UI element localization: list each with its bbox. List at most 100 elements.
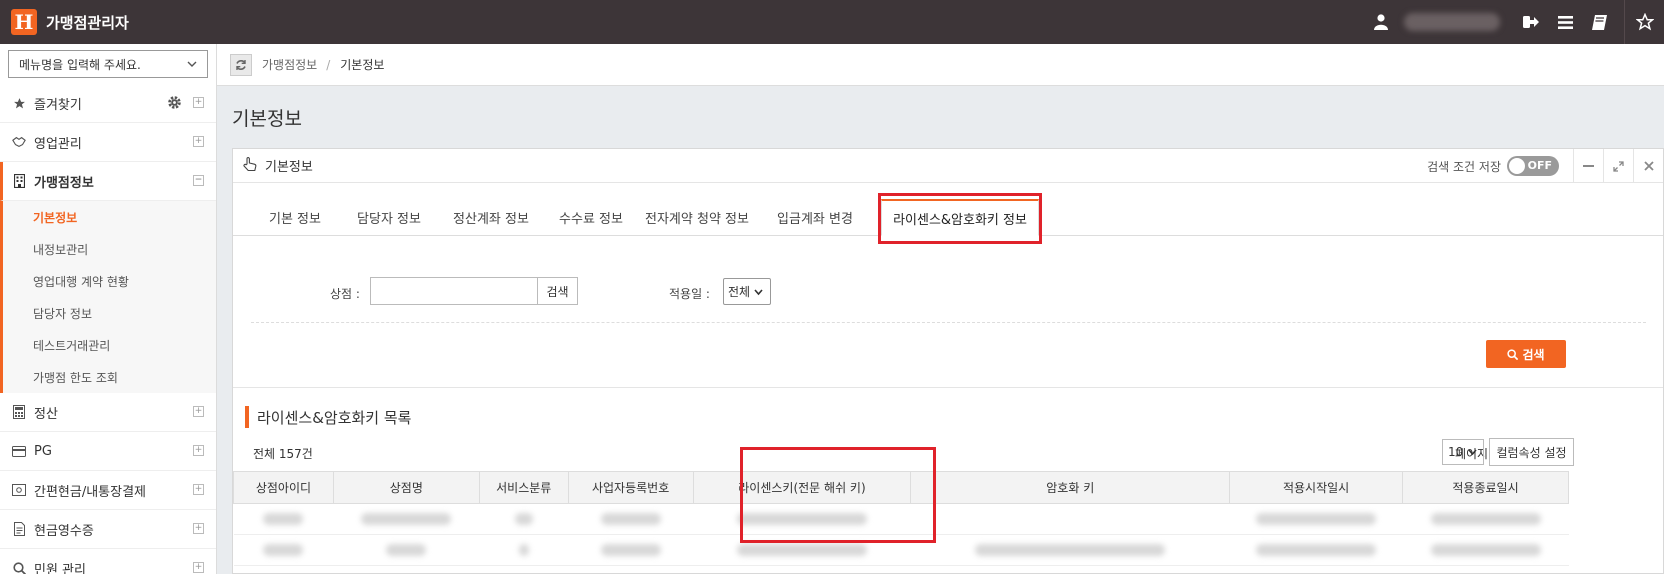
- chevron-down-icon: [187, 61, 197, 67]
- sidebar-item-favorites[interactable]: 즐겨찾기 +: [0, 84, 216, 123]
- sidebar-item-settlement[interactable]: 정산 +: [0, 393, 216, 432]
- sidebar-item-pg[interactable]: PG +: [0, 432, 216, 471]
- app-logo: H: [11, 9, 37, 35]
- gear-icon[interactable]: [167, 95, 182, 114]
- search-icon: [12, 561, 26, 574]
- sidebar-subitem-limit[interactable]: 가맹점 한도 조회: [3, 361, 216, 393]
- per-page-select[interactable]: 10: [1442, 439, 1484, 465]
- hand-pointer-icon: [243, 156, 257, 175]
- page-title: 기본정보: [232, 108, 302, 130]
- app-title: 가맹점관리자: [46, 13, 129, 32]
- tab-contact-info[interactable]: 담당자 정보: [341, 199, 437, 236]
- th-start-datetime[interactable]: 적용시작일시: [1229, 471, 1404, 504]
- minimize-icon[interactable]: [1573, 149, 1603, 183]
- calculator-icon: [12, 405, 26, 419]
- highlight-box-tab: [878, 193, 1042, 244]
- sidebar-subitem-contact[interactable]: 담당자 정보: [3, 297, 216, 329]
- sidebar-item-merchant-info[interactable]: 가맹점정보 −: [0, 162, 216, 201]
- star-icon: [12, 96, 26, 110]
- divider: [251, 322, 1646, 323]
- th-store-name[interactable]: 상점명: [332, 471, 480, 504]
- sidebar-item-label: PG: [34, 443, 52, 459]
- card-icon: [12, 444, 26, 458]
- sidebar-subitem-my-info[interactable]: 내정보관리: [3, 233, 216, 265]
- column-settings-button[interactable]: 컬럼속성 설정: [1489, 438, 1574, 466]
- tab-deposit-account[interactable]: 입금계좌 변경: [757, 199, 873, 236]
- highlight-box-license-column: [740, 447, 936, 543]
- user-icon[interactable]: [1364, 0, 1398, 44]
- user-name: [1404, 13, 1500, 31]
- store-label: 상점 :: [330, 287, 360, 301]
- expand-icon[interactable]: +: [193, 406, 204, 417]
- sidebar-subitem-sales-agency[interactable]: 영업대행 계약 현황: [3, 265, 216, 297]
- save-search-toggle[interactable]: OFF: [1507, 156, 1559, 176]
- expand-icon[interactable]: +: [193, 523, 204, 534]
- expand-icon[interactable]: +: [193, 136, 204, 147]
- th-service-type[interactable]: 서비스분류: [478, 471, 569, 504]
- chevron-down-icon: [1468, 449, 1477, 456]
- filter-row: 상점 : 검색 적용일 : 전체: [233, 277, 1663, 307]
- sidebar-subitem-basic-info[interactable]: 기본정보: [3, 201, 216, 233]
- sidebar-item-label: 정산: [34, 406, 58, 422]
- receipt-icon: [12, 522, 26, 536]
- star-icon[interactable]: [1624, 0, 1664, 44]
- breadcrumb-parent[interactable]: 가맹점정보: [262, 56, 317, 73]
- toggle-knob: [1509, 158, 1525, 174]
- breadcrumb: 가맹점정보 / 기본정보: [217, 44, 1664, 86]
- sidebar-item-sales[interactable]: 영업관리 +: [0, 123, 216, 162]
- sidebar-item-cash-receipt[interactable]: 현금영수증 +: [0, 510, 216, 549]
- sidebar-item-label: 민원 관리: [34, 562, 86, 574]
- apply-date-select[interactable]: 전체: [723, 278, 771, 305]
- card-header: 기본정보 검색 조건 저장 OFF: [233, 149, 1663, 183]
- book-icon[interactable]: [1582, 0, 1616, 44]
- tab-fee-info[interactable]: 수수료 정보: [545, 199, 637, 236]
- tab-settlement-account[interactable]: 정산계좌 정보: [437, 199, 545, 236]
- content-card: 기본정보 검색 조건 저장 OFF 기본 정보 담당자 정보 정산계좌 정보 수…: [232, 148, 1664, 574]
- sidebar-item-label: 즐겨찾기: [34, 97, 82, 113]
- expand-icon[interactable]: +: [193, 562, 204, 573]
- per-page-value: 10: [1448, 445, 1464, 459]
- sidebar-item-easy-cash[interactable]: 간편현금/내통장결제 +: [0, 471, 216, 510]
- collapse-icon[interactable]: −: [193, 175, 204, 186]
- menu-search-select[interactable]: 메뉴명을 입력해 주세요.: [8, 50, 208, 78]
- chevron-down-icon: [754, 288, 763, 295]
- store-search-button[interactable]: 검색: [538, 277, 578, 305]
- sidebar-item-complaints[interactable]: 민원 관리 +: [0, 549, 216, 574]
- th-encryption-key[interactable]: 암호화 키: [910, 471, 1231, 504]
- sidebar-item-label: 가맹점정보: [34, 175, 94, 191]
- sidebar-subitem-test-trade[interactable]: 테스트거래관리: [3, 329, 216, 361]
- refresh-icon[interactable]: [230, 53, 252, 76]
- breadcrumb-current: 기본정보: [340, 58, 385, 72]
- total-count: 전체 157건: [253, 447, 313, 461]
- close-icon[interactable]: [1633, 149, 1663, 183]
- search-icon: [1507, 348, 1519, 360]
- list-title: 라이센스&암호화키 목록: [245, 406, 411, 428]
- logout-icon[interactable]: [1514, 0, 1548, 44]
- sidebar-item-label: 현금영수증: [34, 523, 94, 539]
- search-button-label: 검색: [1522, 347, 1545, 362]
- menu-search-placeholder: 메뉴명을 입력해 주세요.: [19, 57, 141, 72]
- breadcrumb-separator: /: [326, 57, 331, 72]
- handshake-icon: [12, 135, 26, 149]
- th-end-datetime[interactable]: 적용종료일시: [1402, 471, 1569, 504]
- th-store-id[interactable]: 상점아이디: [233, 471, 334, 504]
- sidebar: 메뉴명을 입력해 주세요. 즐겨찾기 + 영업관리 + 가맹점정보 − 기본정보…: [0, 44, 217, 574]
- expand-icon[interactable]: +: [193, 445, 204, 456]
- card-title: 기본정보: [265, 160, 313, 175]
- menu-icon[interactable]: [1548, 0, 1582, 44]
- apply-date-label: 적용일 :: [669, 287, 710, 301]
- search-button[interactable]: 검색: [1486, 340, 1566, 368]
- store-input[interactable]: [370, 277, 538, 305]
- sidebar-item-label: 영업관리: [34, 136, 82, 152]
- tab-basic-info[interactable]: 기본 정보: [251, 199, 339, 236]
- wallet-icon: [12, 483, 26, 497]
- expand-icon[interactable]: [1603, 149, 1633, 183]
- save-search-condition-label: 검색 조건 저장: [1427, 159, 1501, 174]
- expand-icon[interactable]: +: [193, 484, 204, 495]
- th-business-number[interactable]: 사업자등록번호: [567, 471, 694, 504]
- sidebar-submenu: 기본정보 내정보관리 영업대행 계약 현황 담당자 정보 테스트거래관리 가맹점…: [0, 201, 216, 393]
- toggle-label: OFF: [1527, 159, 1552, 172]
- tab-e-contract[interactable]: 전자계약 청약 정보: [637, 199, 757, 236]
- top-bar: H 가맹점관리자: [0, 0, 1664, 44]
- expand-icon[interactable]: +: [193, 97, 204, 108]
